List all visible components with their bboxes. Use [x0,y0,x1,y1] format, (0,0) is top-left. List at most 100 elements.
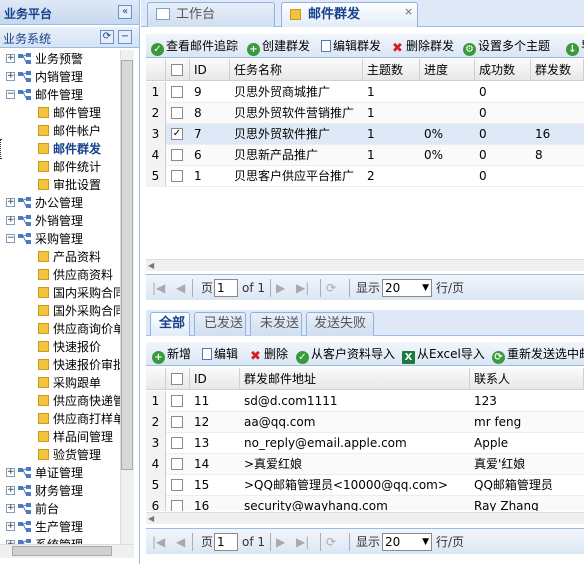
delete-broadcast-button[interactable]: ✖ 删除群发 [391,38,454,55]
row-checkbox[interactable] [171,437,183,449]
table-row[interactable]: 5 15 >QQ邮箱管理员<10000@qq.com> QQ邮箱管理员 [146,475,584,496]
expand-node-icon[interactable]: + [6,504,15,513]
refresh-tree-icon[interactable]: ⟳ [100,30,114,44]
delete-email-button[interactable]: ✖ 删除 [249,346,288,363]
email-grid-hscrollbar[interactable]: ◀ [146,512,584,524]
row-checkbox[interactable] [171,479,183,491]
col-topics[interactable]: 主题数 [363,59,420,81]
table-row[interactable]: 1 11 sd@d.com1111 123 [146,391,584,412]
set-topics-button[interactable]: ⚙ 设置多个主题 [463,38,550,56]
first-page-icon[interactable]: |◀ [152,280,165,296]
expand-node-icon[interactable]: + [6,486,15,495]
expand-node-icon[interactable]: + [6,54,15,63]
row-checkbox-cell[interactable] [166,391,190,412]
tab-all[interactable]: 全部 [150,312,190,336]
first-page-icon[interactable]: |◀ [152,534,165,550]
edit-email-button[interactable]: 编辑 [202,346,238,362]
table-row[interactable]: 3 ✓ 7 贝思外贸软件推广 1 0% 0 16 [146,124,584,145]
chevron-down-icon[interactable]: ▼ [422,280,429,296]
row-checkbox-cell[interactable] [166,433,190,454]
expand-node-icon[interactable]: + [6,216,15,225]
tab-mail-broadcast[interactable]: 邮件群发 × [281,2,418,27]
import-button[interactable]: ↓导 [566,38,584,56]
tab-sent[interactable]: 已发送 [194,312,246,336]
col-task-name[interactable]: 任务名称 [230,59,363,81]
row-checkbox-cell[interactable] [166,103,190,124]
next-page-icon[interactable]: ▶ [276,534,285,550]
page-number-input[interactable]: 1 [214,533,238,551]
row-checkbox-cell[interactable]: ✓ [166,124,190,145]
table-row[interactable]: 2 12 aa@qq.com mr feng [146,412,584,433]
row-checkbox[interactable] [171,416,183,428]
select-all-checkbox[interactable] [171,373,183,385]
col-contact[interactable]: 联系人 [470,368,584,390]
resend-selected-button[interactable]: ⟳ 重新发送选中邮 [492,346,584,364]
refresh-icon[interactable]: ⟳ [326,280,336,296]
tree-vertical-scroll-thumb[interactable] [121,60,133,470]
page-size-select[interactable]: 20 ▼ [382,279,432,297]
row-checkbox[interactable] [171,86,183,98]
row-checkbox-cell[interactable] [166,496,190,511]
row-checkbox-cell[interactable] [166,475,190,496]
expand-node-icon[interactable]: + [6,198,15,207]
expand-node-icon[interactable]: + [6,72,15,81]
row-checkbox[interactable]: ✓ [171,128,183,140]
row-checkbox-cell[interactable] [166,166,190,187]
prev-page-icon[interactable]: ◀ [176,280,185,296]
table-row[interactable]: 2 8 贝思外贸软件营销推广 1 0 [146,103,584,124]
row-checkbox-cell[interactable] [166,412,190,433]
col-progress[interactable]: 进度 [420,59,475,81]
refresh-icon[interactable]: ⟳ [326,534,336,550]
row-checkbox-cell[interactable] [166,82,190,103]
prev-page-icon[interactable]: ◀ [176,534,185,550]
last-page-icon[interactable]: ▶| [296,280,309,296]
page-number-input[interactable]: 1 [214,279,238,297]
edit-broadcast-button[interactable]: 编辑群发 [321,38,381,54]
col-id[interactable]: ID [190,59,230,81]
row-checkbox[interactable] [171,458,183,470]
select-all-header[interactable] [166,368,190,390]
collapse-tree-icon[interactable]: − [118,30,132,44]
next-page-icon[interactable]: ▶ [276,280,285,296]
select-all-header[interactable] [166,59,190,81]
create-broadcast-button[interactable]: + 创建群发 [247,38,310,56]
row-checkbox[interactable] [171,500,183,511]
page-size-select[interactable]: 20 ▼ [382,533,432,551]
row-checkbox[interactable] [171,149,183,161]
select-all-checkbox[interactable] [171,64,183,76]
collapse-left-icon[interactable]: « [118,5,132,19]
row-checkbox[interactable] [171,395,183,407]
row-checkbox-cell[interactable] [166,454,190,475]
row-checkbox-cell[interactable] [166,145,190,166]
table-row[interactable]: 1 9 贝思外贸商城推广 1 0 [146,82,584,103]
collapse-node-icon[interactable]: − [6,234,15,243]
expand-node-icon[interactable]: + [6,468,15,477]
tree-node-label: 采购跟单 [53,376,102,390]
task-grid-hscrollbar[interactable]: ◀ [146,259,584,271]
import-from-excel-button[interactable]: X 从Excel导入 [402,346,485,364]
table-row[interactable]: 4 14 >真爱红娘 真爱'红娘 [146,454,584,475]
row-checkbox[interactable] [171,107,183,119]
tab-unsent[interactable]: 未发送 [250,312,302,336]
tree-horizontal-scroll-thumb[interactable] [12,546,112,556]
add-email-button[interactable]: + 新增 [152,346,191,364]
col-success[interactable]: 成功数 [475,59,531,81]
col-email-address[interactable]: 群发邮件地址 [240,368,470,390]
tab-failed[interactable]: 发送失败 [306,312,374,336]
last-page-icon[interactable]: ▶| [296,534,309,550]
table-row[interactable]: 4 6 贝思新产品推广 1 0% 0 8 [146,145,584,166]
tab-workbench[interactable]: 工作台 [147,2,275,27]
table-row[interactable]: 5 1 贝思客户供应平台推广 2 0 [146,166,584,187]
view-tracking-button[interactable]: ✓ 查看邮件追踪 [151,38,238,56]
table-row[interactable]: 3 13 no_reply@email.apple.com Apple [146,433,584,454]
chevron-down-icon[interactable]: ▼ [422,534,429,550]
table-row[interactable]: 6 16 security@wayhang.com Ray Zhang [146,496,584,511]
close-tab-icon[interactable]: × [404,1,413,23]
expand-node-icon[interactable]: + [6,522,15,531]
left-panel-header: 业务平台 « [0,0,139,25]
row-checkbox[interactable] [171,170,183,182]
collapse-node-icon[interactable]: − [6,90,15,99]
col-sent[interactable]: 群发数 [531,59,584,81]
import-from-customers-button[interactable]: ✓ 从客户资料导入 [296,346,395,364]
col-email-id[interactable]: ID [190,368,240,390]
